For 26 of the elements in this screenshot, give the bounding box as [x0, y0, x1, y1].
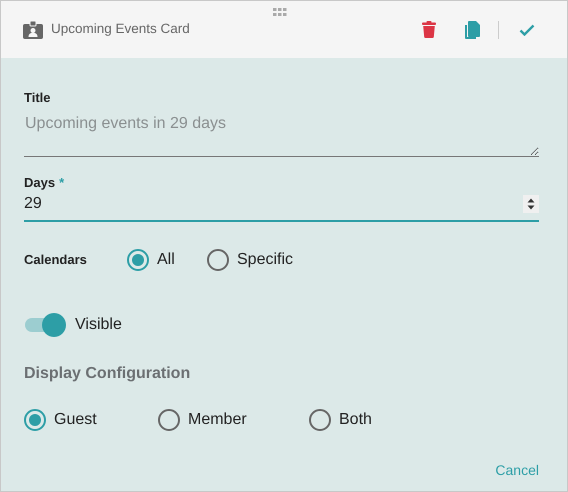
- group-label: Calendars: [24, 251, 88, 270]
- section-heading: Display Configuration: [24, 364, 192, 384]
- drag-handle-icon[interactable]: [273, 8, 287, 16]
- title-field[interactable]: Upcoming events in 29 days: [24, 112, 539, 156]
- radio-label[interactable]: Both: [339, 408, 372, 432]
- required-mark: *: [59, 174, 64, 192]
- radio-button[interactable]: [207, 249, 229, 271]
- delete-icon[interactable]: [422, 21, 436, 38]
- radio-button[interactable]: [127, 249, 149, 271]
- field-label: Days: [24, 174, 56, 192]
- radio-label[interactable]: Member: [188, 408, 247, 432]
- toggle-switch[interactable]: [24, 313, 66, 337]
- spinner-icon[interactable]: [523, 195, 539, 213]
- radio-label[interactable]: Specific: [237, 248, 294, 272]
- radio-label[interactable]: Guest: [54, 408, 97, 432]
- radio-button[interactable]: [24, 409, 46, 431]
- check-icon[interactable]: [519, 24, 535, 36]
- id-badge-icon: [23, 20, 43, 38]
- days-field[interactable]: 29: [24, 192, 523, 216]
- copy-icon[interactable]: [465, 20, 480, 38]
- toggle-label: Visible: [75, 315, 122, 335]
- field-label: Title: [24, 89, 52, 107]
- card-title: Upcoming Events Card: [51, 20, 190, 38]
- radio-button[interactable]: [158, 409, 180, 431]
- radio-label[interactable]: All: [157, 248, 175, 272]
- radio-button[interactable]: [309, 409, 331, 431]
